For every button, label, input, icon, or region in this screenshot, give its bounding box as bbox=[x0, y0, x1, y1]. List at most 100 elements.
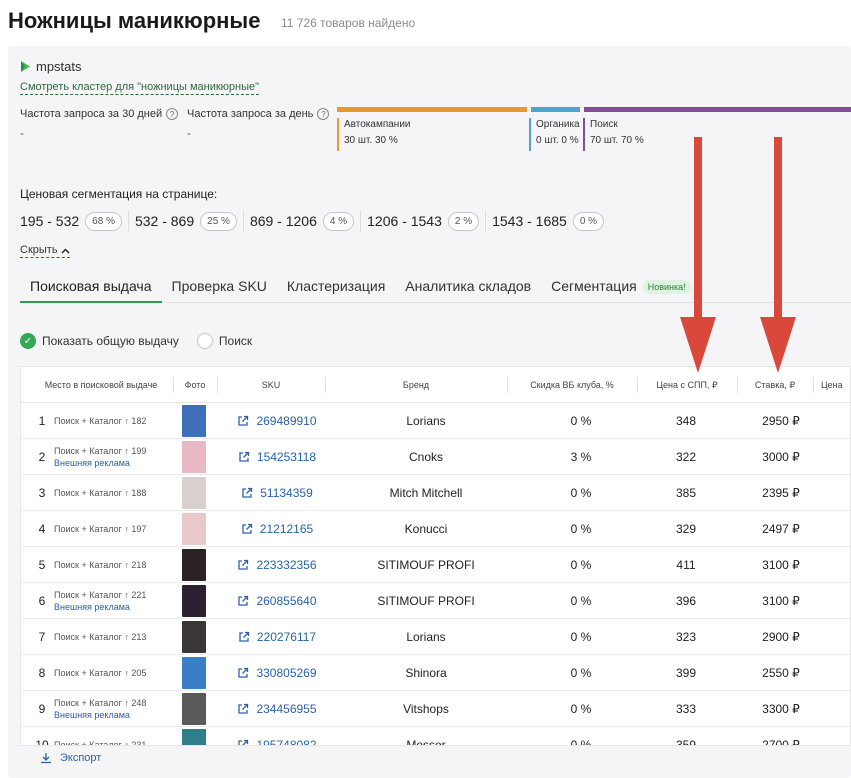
col-sku[interactable]: SKU bbox=[217, 367, 325, 403]
brand: Mitch Mitchell bbox=[389, 486, 463, 500]
sku-link[interactable]: 21212165 bbox=[227, 511, 327, 547]
download-icon bbox=[41, 753, 51, 764]
external-link-icon bbox=[242, 487, 253, 498]
table-row[interactable]: 2 Поиск + Каталог ↑ 199 Внешняя реклама 154… bbox=[21, 439, 850, 475]
product-thumbnail bbox=[182, 513, 206, 545]
col-discount[interactable]: Скидка ВБ клуба, % bbox=[507, 367, 637, 403]
col-extra[interactable]: Цена bbox=[821, 367, 850, 403]
discount: 0 % bbox=[570, 738, 592, 746]
position-info: Поиск + Каталог ↑ 205 bbox=[54, 655, 174, 691]
position-source: Поиск + Каталог ↑ 205 bbox=[54, 668, 147, 678]
source-value: 0 шт. 0 % bbox=[536, 135, 579, 146]
rank: 3 bbox=[38, 486, 46, 500]
price: 399 bbox=[675, 666, 697, 680]
product-thumbnail bbox=[182, 549, 206, 581]
brand: Vitshops bbox=[403, 702, 449, 716]
external-ad-link[interactable]: Внешняя реклама bbox=[54, 709, 130, 721]
export-button[interactable]: Экспорт bbox=[40, 752, 101, 764]
sku-link[interactable]: 269489910 bbox=[227, 403, 327, 439]
product-photo[interactable] bbox=[182, 439, 206, 475]
source-value: 30 шт. 30 % bbox=[344, 135, 398, 146]
product-photo[interactable] bbox=[182, 655, 206, 691]
product-photo[interactable] bbox=[182, 547, 206, 583]
segment-pct: 68 % bbox=[85, 211, 122, 231]
tab-sku-check[interactable]: Проверка SKU bbox=[162, 268, 277, 303]
tab-label: Сегментация bbox=[551, 278, 637, 294]
sku-value: 21212165 bbox=[259, 522, 314, 536]
radio-search[interactable] bbox=[196, 333, 213, 349]
sku-link[interactable]: 223332356 bbox=[227, 547, 327, 583]
table-row[interactable]: 9 Поиск + Каталог ↑ 248 Внешняя реклама 234… bbox=[21, 691, 850, 727]
bid: 2550 ₽ bbox=[762, 666, 800, 680]
external-link-icon bbox=[239, 451, 250, 462]
source-label: Органика bbox=[536, 119, 580, 130]
price-segment[interactable]: 1543 - 1685 0 % bbox=[492, 210, 610, 232]
rank: 4 bbox=[38, 522, 46, 536]
segment-range: 1543 - 1685 bbox=[492, 213, 567, 229]
view-cluster-link[interactable]: Смотреть кластер для "ножницы маникюрные… bbox=[20, 81, 260, 95]
mpstats-logo: mpstats bbox=[20, 59, 82, 74]
table-row[interactable]: 3 Поиск + Каталог ↑ 188 51134359 Mitch Mitc… bbox=[21, 475, 850, 511]
sku-value: 195748082 bbox=[256, 738, 317, 746]
table-row[interactable]: 1 Поиск + Каталог ↑ 182 269489910 Lorians 0 … bbox=[21, 403, 850, 439]
hide-toggle[interactable]: Скрыть bbox=[20, 244, 70, 258]
table-row[interactable]: 5 Поиск + Каталог ↑ 218 223332356 SITIMOUF … bbox=[21, 547, 850, 583]
brand: SITIMOUF PROFI bbox=[377, 558, 475, 572]
col-photo[interactable]: Фото bbox=[173, 367, 217, 403]
external-link-icon bbox=[238, 415, 249, 426]
brand: Konucci bbox=[404, 522, 448, 536]
price: 323 bbox=[675, 630, 697, 644]
table-row[interactable]: 6 Поиск + Каталог ↑ 221 Внешняя реклама 260… bbox=[21, 583, 850, 619]
price-segment[interactable]: 195 - 532 68 % bbox=[20, 210, 129, 232]
product-photo[interactable] bbox=[182, 403, 206, 439]
brand: Lorians bbox=[406, 630, 446, 644]
sku-link[interactable]: 260855640 bbox=[227, 583, 327, 619]
col-place[interactable]: Место в поисковой выдаче bbox=[29, 367, 173, 403]
external-ad-link[interactable]: Внешняя реклама bbox=[54, 601, 130, 613]
bid: 3100 ₽ bbox=[762, 558, 800, 572]
product-photo[interactable] bbox=[182, 619, 206, 655]
tab-warehouse-analytics[interactable]: Аналитика складов bbox=[395, 268, 541, 303]
sku-link[interactable]: 220276117 bbox=[227, 619, 327, 655]
sku-link[interactable]: 234456955 bbox=[227, 691, 327, 727]
freqday-label-text: Частота запроса за день bbox=[187, 108, 314, 120]
table-row[interactable]: 4 Поиск + Каталог ↑ 197 21212165 Konucci 0 %… bbox=[21, 511, 850, 547]
tab-label: Кластеризация bbox=[286, 278, 386, 294]
price-segment[interactable]: 1206 - 1543 2 % bbox=[367, 210, 487, 232]
brand: Shinora bbox=[405, 666, 447, 680]
position-info: Поиск + Каталог ↑ 218 bbox=[54, 547, 174, 583]
sku-link[interactable]: 195748082 bbox=[227, 727, 327, 746]
price-segment[interactable]: 532 - 869 25 % bbox=[135, 210, 244, 232]
price-segment[interactable]: 869 - 1206 4 % bbox=[250, 210, 362, 232]
col-brand[interactable]: Бренд bbox=[325, 367, 507, 403]
radio-show-all[interactable]: ✓ bbox=[20, 333, 36, 349]
product-photo[interactable] bbox=[182, 691, 206, 727]
results-table: Место в поисковой выдаче Фото SKU Бренд … bbox=[20, 366, 851, 746]
price: 385 bbox=[675, 486, 697, 500]
rank: 1 bbox=[38, 414, 46, 428]
price: 348 bbox=[675, 414, 697, 428]
help-icon[interactable]: ? bbox=[317, 108, 330, 120]
tab-label: Проверка SKU bbox=[171, 278, 267, 294]
product-photo[interactable] bbox=[182, 511, 206, 547]
help-icon[interactable]: ? bbox=[166, 108, 179, 120]
sku-value: 234456955 bbox=[256, 702, 317, 716]
sku-link[interactable]: 330805269 bbox=[227, 655, 327, 691]
rank: 5 bbox=[38, 558, 46, 572]
external-ad-link[interactable]: Внешняя реклама bbox=[54, 457, 130, 469]
product-photo[interactable] bbox=[182, 583, 206, 619]
table-row[interactable]: 8 Поиск + Каталог ↑ 205 330805269 Shinora 0 … bbox=[21, 655, 850, 691]
tab-search-results[interactable]: Поисковая выдача bbox=[20, 268, 162, 303]
table-row[interactable]: 10 Поиск + Каталог ↑ 231 195748082 Messer 0 … bbox=[21, 727, 850, 746]
bid: 3300 ₽ bbox=[762, 702, 800, 716]
product-photo[interactable] bbox=[182, 475, 206, 511]
discount: 0 % bbox=[570, 486, 592, 500]
sku-link[interactable]: 154253118 bbox=[227, 439, 327, 475]
table-row[interactable]: 7 Поиск + Каталог ↑ 213 220276117 Lorians 0 … bbox=[21, 619, 850, 655]
price-segments: 195 - 532 68 % 532 - 869 25 % 869 - 1206 4 … bbox=[20, 210, 616, 232]
sku-link[interactable]: 51134359 bbox=[227, 475, 327, 511]
tab-clusterization[interactable]: Кластеризация bbox=[277, 268, 395, 303]
position-source: Поиск + Каталог ↑ 188 bbox=[54, 488, 147, 498]
product-photo[interactable] bbox=[182, 727, 206, 745]
position-source: Поиск + Каталог ↑ 199 bbox=[54, 446, 147, 456]
